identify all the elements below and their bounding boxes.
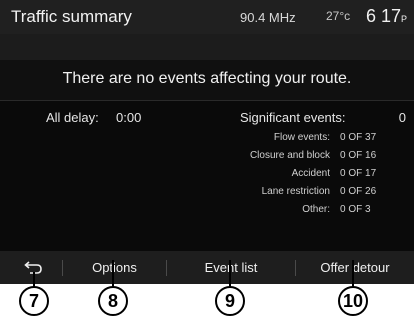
event-list-button[interactable]: Event list — [167, 251, 295, 284]
delay-value: 0:00 — [116, 110, 142, 125]
event-label: Other: — [302, 204, 330, 215]
event-row-lane: Lane restriction 0 OF 26 — [200, 186, 410, 204]
clock: 6 17P — [366, 6, 407, 27]
offer-detour-button[interactable]: Offer detour — [296, 251, 414, 284]
event-label: Flow events: — [273, 132, 330, 143]
event-label: Closure and block — [249, 150, 330, 161]
callout-10: 10 — [338, 286, 368, 316]
event-row-closure: Closure and block 0 OF 16 — [200, 150, 410, 168]
status-bar: Traffic summary 90.4 MHz 27°c 6 17P — [0, 0, 414, 34]
event-row-accident: Accident 0 OF 17 — [200, 168, 410, 186]
radio-frequency: 90.4 MHz — [240, 10, 296, 25]
event-value: 0 OF 3 — [340, 204, 371, 215]
event-value: 0 OF 17 — [340, 168, 377, 179]
header-spacer — [0, 34, 414, 60]
event-value: 0 OF 26 — [340, 186, 377, 197]
outside-temperature: 27°c — [326, 9, 351, 23]
options-button[interactable]: Options — [63, 251, 166, 284]
event-row-other: Other: 0 OF 3 — [200, 204, 410, 222]
message-panel: There are no events affecting your route… — [0, 60, 414, 101]
callout-8: 8 — [98, 286, 128, 316]
clock-suffix: P — [401, 14, 408, 24]
clock-time: 6 17 — [366, 6, 402, 26]
callout-line — [352, 260, 354, 288]
callout-line — [229, 260, 231, 288]
page-title: Traffic summary — [11, 7, 132, 26]
significant-events-value: 0 — [398, 110, 406, 125]
callout-9: 9 — [215, 286, 245, 316]
significant-events-label: Significant events: — [240, 110, 346, 125]
event-label: Accident — [291, 168, 330, 179]
event-label: Lane restriction — [261, 186, 330, 197]
stats-panel: All delay: 0:00 Significant events: 0 Fl… — [0, 101, 414, 251]
callout-line — [112, 260, 114, 288]
delay-label: All delay: — [46, 110, 99, 125]
event-value: 0 OF 37 — [340, 132, 377, 143]
callout-7: 7 — [19, 286, 49, 316]
event-row-flow: Flow events: 0 OF 37 — [200, 132, 410, 150]
no-events-message: There are no events affecting your route… — [62, 70, 352, 87]
traffic-summary-screen: Traffic summary 90.4 MHz 27°c 6 17P Ther… — [0, 0, 414, 284]
event-value: 0 OF 16 — [340, 150, 377, 161]
back-button[interactable] — [0, 251, 60, 284]
